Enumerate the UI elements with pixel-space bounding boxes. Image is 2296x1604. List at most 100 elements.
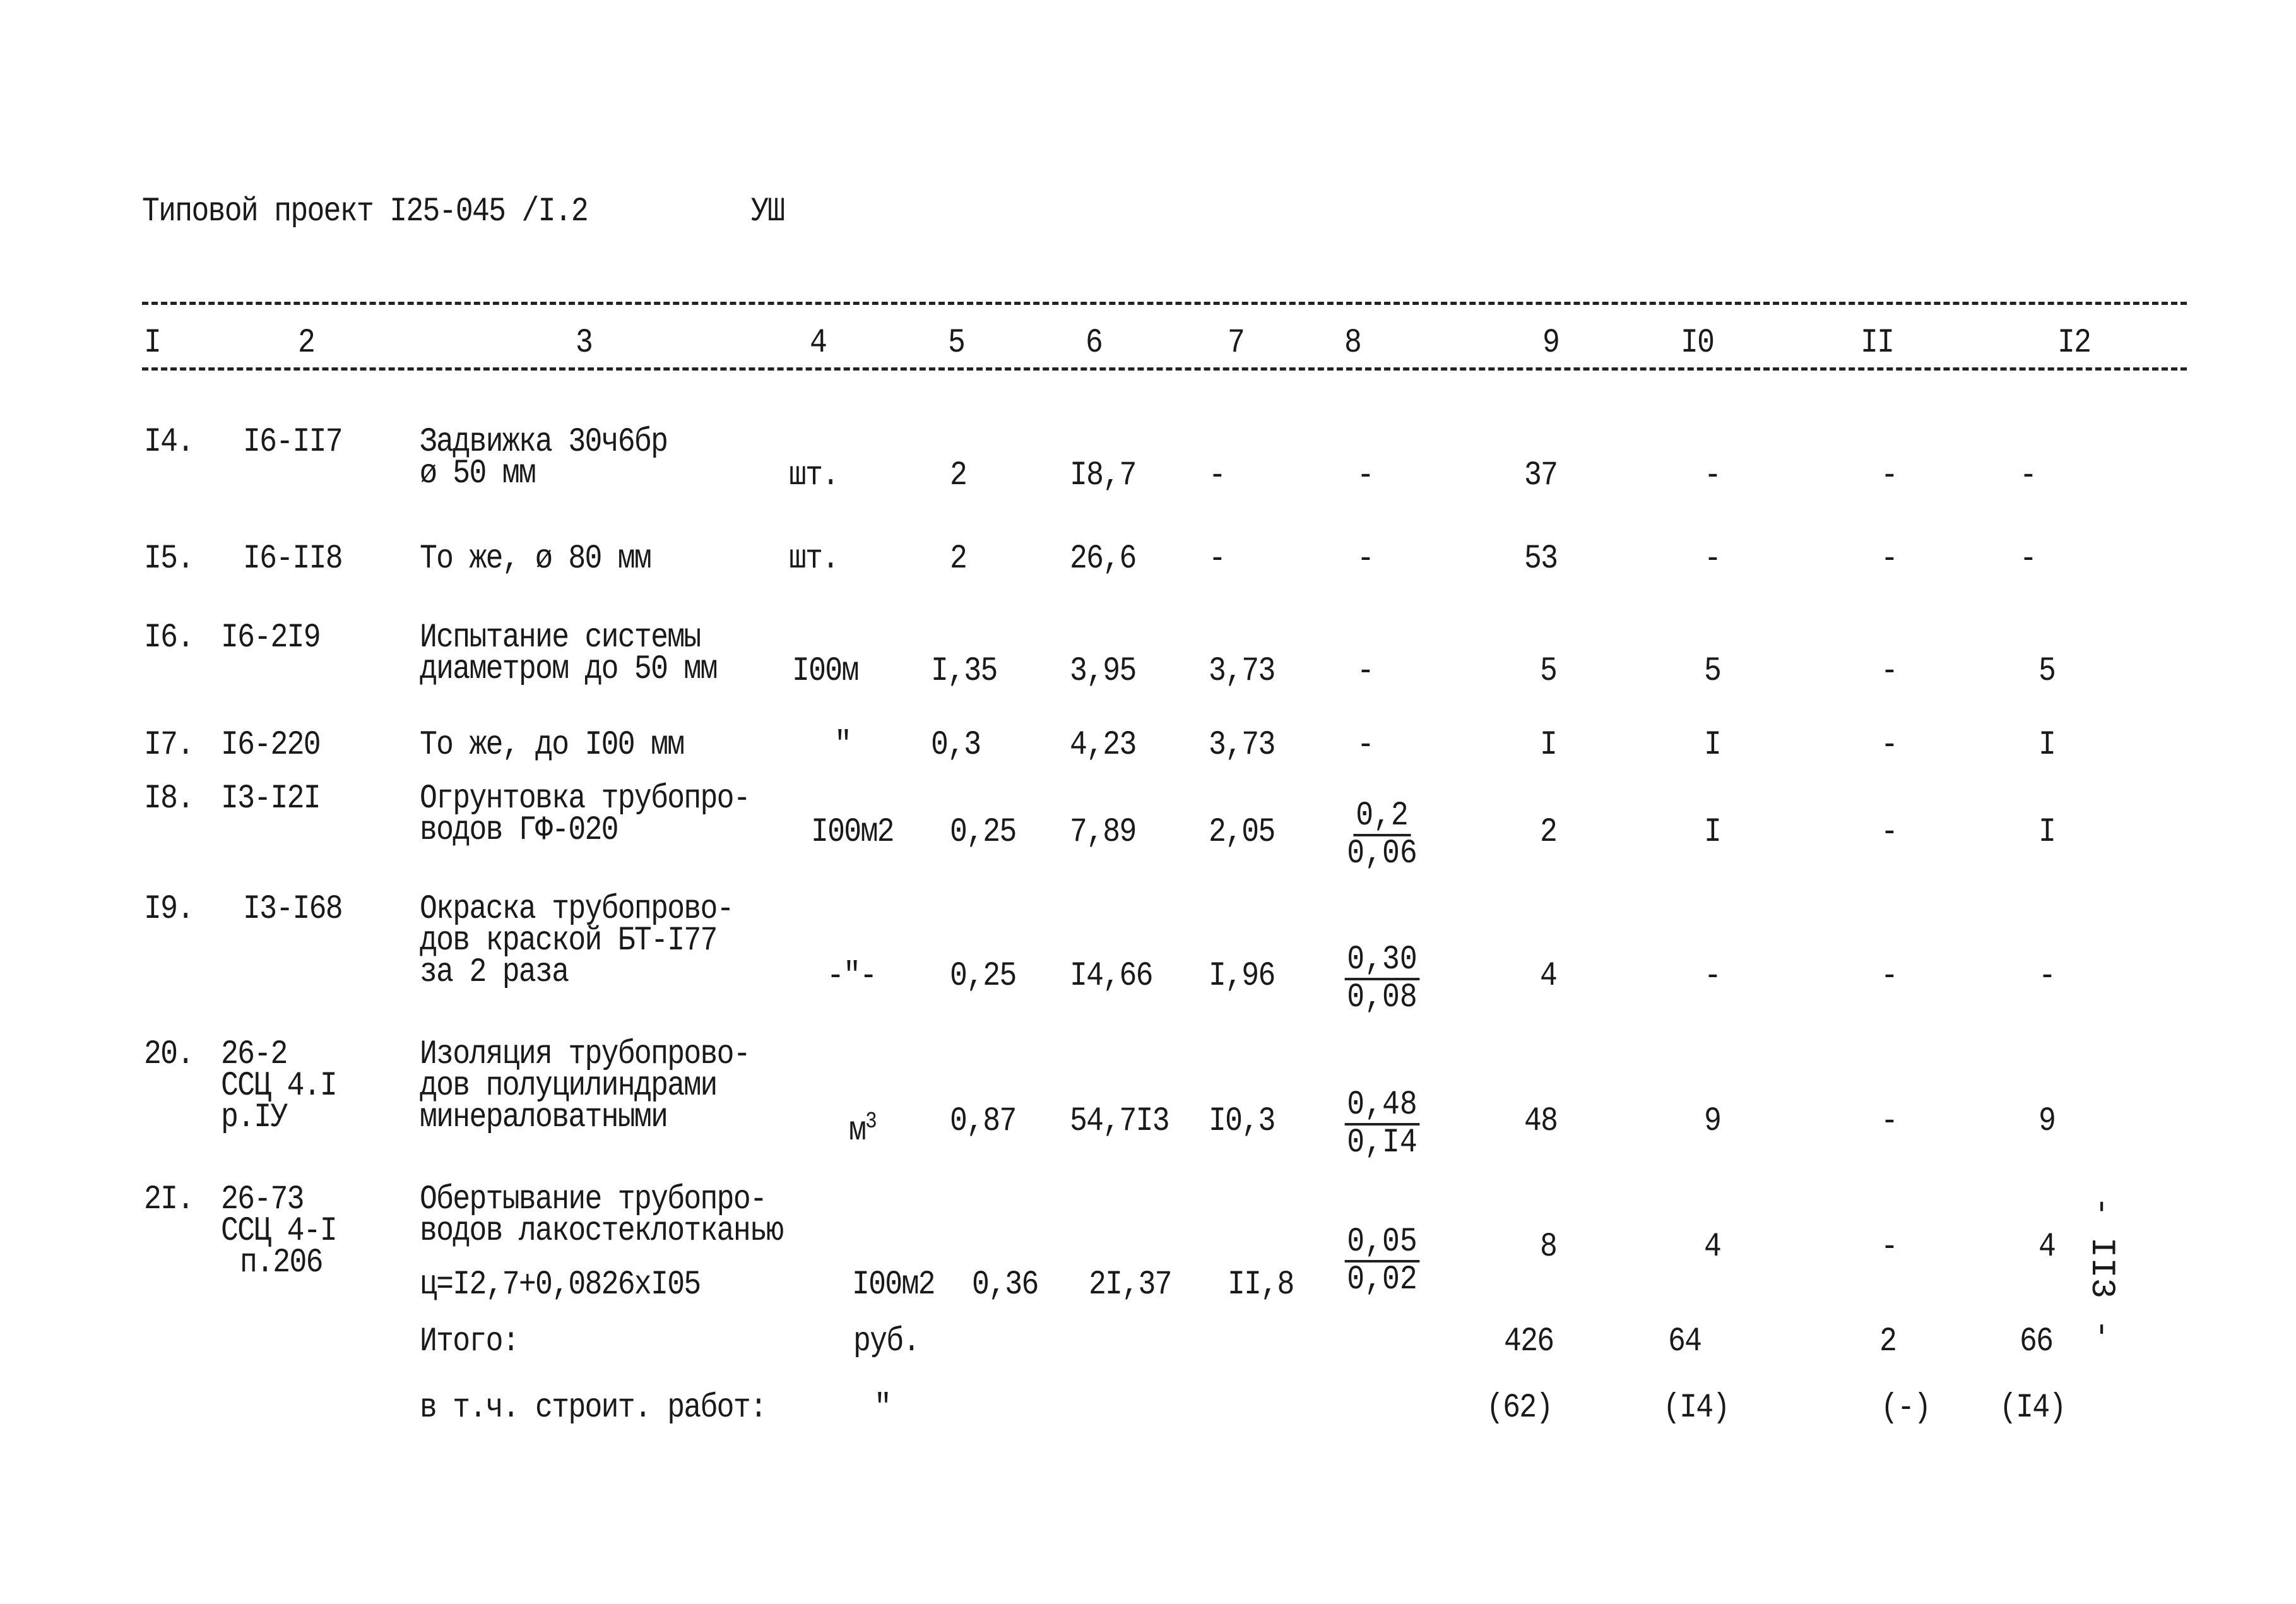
machine-cost: - bbox=[1881, 726, 1898, 764]
wage-total: - bbox=[1704, 456, 1722, 495]
row-number: 2I. bbox=[144, 1180, 194, 1219]
machine-cost: - bbox=[1881, 652, 1898, 691]
total-cost: 8 bbox=[1540, 1228, 1558, 1266]
table-top-divider bbox=[142, 302, 2187, 305]
fraction-denominator: 0,02 bbox=[1347, 1261, 1417, 1299]
work-description: То же, ø 80 мм bbox=[420, 540, 652, 578]
wage-component: I0,3 bbox=[1209, 1102, 1275, 1141]
col-header-1: I bbox=[144, 324, 162, 362]
row-number: I8. bbox=[144, 780, 194, 818]
fraction-value: 0,30 0,08 bbox=[1342, 942, 1423, 1016]
total-cost: I bbox=[1540, 726, 1558, 764]
wage-component: 2,05 bbox=[1209, 813, 1275, 852]
col8-value: - bbox=[1357, 652, 1375, 691]
work-description: водов ГФ-020 bbox=[420, 811, 619, 850]
unit-price: 3,95 bbox=[1070, 652, 1137, 691]
quantity: 0,25 bbox=[950, 813, 1017, 852]
col-header-3: 3 bbox=[576, 324, 593, 362]
col12-value: 5 bbox=[2039, 652, 2056, 691]
totals-col9: 426 bbox=[1504, 1322, 1554, 1361]
unit-price: 26,6 bbox=[1070, 540, 1137, 578]
unit-of-measure: шт. bbox=[789, 456, 839, 495]
section-label: УШ bbox=[751, 193, 785, 231]
total-cost: 53 bbox=[1524, 540, 1558, 578]
col12-value: 9 bbox=[2039, 1102, 2056, 1141]
wage-component: 3,73 bbox=[1209, 726, 1275, 764]
unit-of-measure: шт. bbox=[789, 540, 839, 578]
row-number: I5. bbox=[144, 540, 194, 578]
unit-price: I8,7 bbox=[1070, 456, 1137, 495]
work-description: минераловатными bbox=[420, 1098, 668, 1137]
col-header-2: 2 bbox=[298, 324, 316, 362]
work-description: за 2 раза bbox=[420, 953, 569, 992]
total-cost: 5 bbox=[1540, 652, 1558, 691]
col12-value: I bbox=[2039, 813, 2056, 852]
row-number: I7. bbox=[144, 726, 194, 764]
wage-total: 5 bbox=[1704, 652, 1722, 691]
wage-component: - bbox=[1209, 540, 1226, 578]
unit-price: 54,7I3 bbox=[1070, 1102, 1170, 1141]
wage-total: I bbox=[1704, 813, 1722, 852]
subtotal-col11: (-) bbox=[1881, 1389, 1931, 1427]
wage-component: - bbox=[1209, 456, 1226, 495]
wage-total: I bbox=[1704, 726, 1722, 764]
row-number: 20. bbox=[144, 1035, 194, 1074]
fraction-numerator: 0,05 bbox=[1344, 1225, 1420, 1262]
totals-col10: 64 bbox=[1668, 1322, 1702, 1361]
unit-of-measure: I00м2 bbox=[852, 1266, 935, 1304]
totals-col11: 2 bbox=[1879, 1322, 1897, 1361]
work-description: диаметром до 50 мм bbox=[420, 650, 718, 689]
fraction-denominator: 0,08 bbox=[1347, 978, 1417, 1017]
unit-price: 2I,37 bbox=[1089, 1266, 1172, 1304]
machine-cost: - bbox=[1881, 813, 1898, 852]
quantity: 0,36 bbox=[972, 1266, 1039, 1304]
wage-component: I,96 bbox=[1209, 957, 1275, 995]
rate-code: I6-II7 bbox=[243, 423, 343, 461]
unit-of-measure: I00м2 bbox=[811, 813, 894, 852]
quantity: 0,25 bbox=[950, 957, 1017, 995]
unit-of-measure: " bbox=[834, 726, 852, 764]
fraction-numerator: 0,30 bbox=[1344, 942, 1420, 980]
wage-total: 4 bbox=[1704, 1228, 1722, 1266]
col12-value: 4 bbox=[2039, 1228, 2056, 1266]
document-title: Типовой проект I25-045 /I.2 bbox=[142, 193, 589, 231]
quantity: I,35 bbox=[931, 652, 998, 691]
page-number: - II3 - bbox=[2082, 1196, 2121, 1340]
fraction-value: 0,05 0,02 bbox=[1342, 1225, 1423, 1298]
quantity: 0,3 bbox=[931, 726, 981, 764]
work-description: ø 50 мм bbox=[420, 454, 536, 493]
fraction-numerator: 0,2 bbox=[1353, 799, 1411, 836]
subtotal-col10: (I4) bbox=[1663, 1389, 1730, 1427]
quantity: 2 bbox=[950, 540, 968, 578]
unit-price: I4,66 bbox=[1070, 957, 1153, 995]
fraction-value: 0,48 0,I4 bbox=[1342, 1088, 1423, 1161]
work-description: водов лакостеклотканью bbox=[420, 1212, 784, 1251]
unit-of-measure: -"- bbox=[827, 957, 877, 995]
col12-value: - bbox=[2020, 456, 2037, 495]
machine-cost: - bbox=[1881, 540, 1898, 578]
machine-cost: - bbox=[1881, 1102, 1898, 1141]
unit-price: 7,89 bbox=[1070, 813, 1137, 852]
wage-component: 3,73 bbox=[1209, 652, 1275, 691]
unit-price: 4,23 bbox=[1070, 726, 1137, 764]
subtotal-label: в т.ч. строит. работ: bbox=[420, 1389, 767, 1427]
wage-component: II,8 bbox=[1228, 1266, 1294, 1304]
rate-code: п.206 bbox=[240, 1244, 323, 1282]
fraction-numerator: 0,48 bbox=[1344, 1088, 1420, 1126]
wage-total: 9 bbox=[1704, 1102, 1722, 1141]
col-header-8: 8 bbox=[1344, 324, 1362, 362]
totals-label: Итого: bbox=[420, 1322, 520, 1361]
work-description: ц=I2,7+0,0826хI05 bbox=[420, 1266, 701, 1304]
quantity: 2 bbox=[950, 456, 968, 495]
work-description: То же, до I00 мм bbox=[420, 726, 685, 764]
rate-code: I3-I68 bbox=[243, 890, 343, 929]
subtotal-col9: (62) bbox=[1486, 1389, 1553, 1427]
row-number: I9. bbox=[144, 890, 194, 929]
rate-code: I3-I2I bbox=[221, 780, 321, 818]
col-header-7: 7 bbox=[1228, 324, 1245, 362]
unit-of-measure: I00м bbox=[792, 652, 859, 691]
col8-value: - bbox=[1357, 456, 1375, 495]
rate-code: р.IУ bbox=[221, 1098, 288, 1137]
col12-value: I bbox=[2039, 726, 2056, 764]
col8-value: - bbox=[1357, 726, 1375, 764]
